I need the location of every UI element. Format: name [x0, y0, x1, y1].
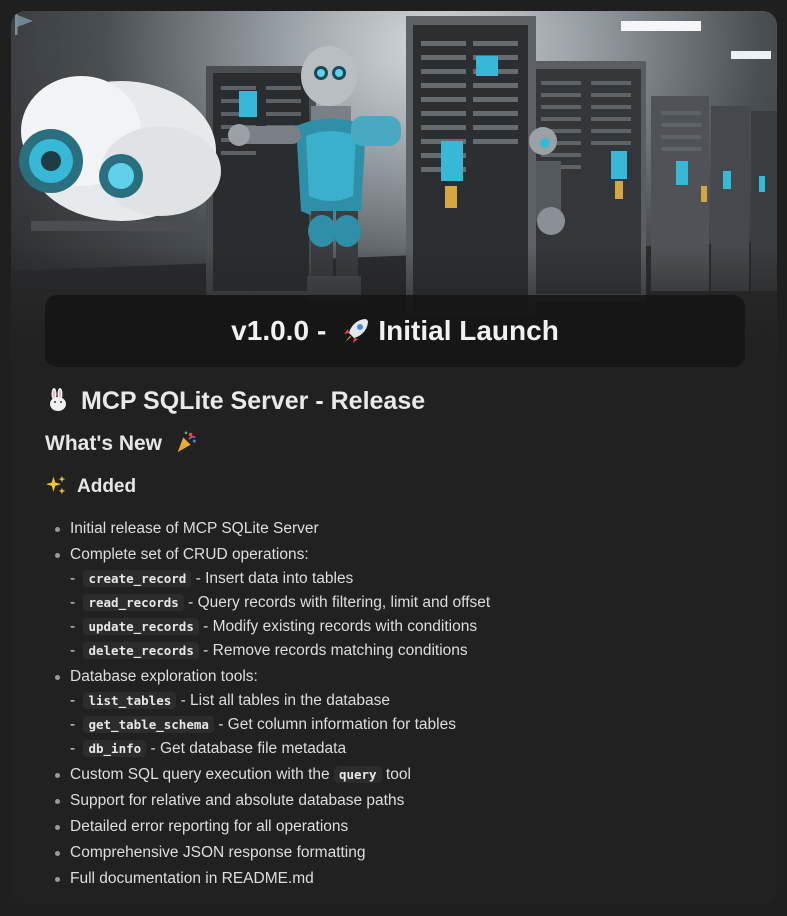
release-title: Initial Launch — [378, 315, 559, 346]
release-card: v1.0.0 - Initial Launch MCP SQLite Serve… — [11, 11, 777, 904]
sub-item: - delete_records - Remove records matchi… — [70, 642, 468, 659]
release-banner: v1.0.0 - Initial Launch — [45, 295, 745, 367]
sub-item: - list_tables - List all tables in the d… — [70, 692, 390, 709]
flag-icon — [15, 14, 33, 35]
code-update-records: update_records — [83, 618, 199, 635]
party-popper-icon — [177, 431, 196, 453]
code-read-records: read_records — [83, 594, 184, 611]
banner-separator: - — [317, 315, 327, 346]
list-item: Database exploration tools: - list_table… — [45, 665, 765, 761]
sub-item: - update_records - Modify existing recor… — [70, 618, 478, 635]
code-delete-records: delete_records — [83, 642, 199, 659]
sub-item: - create_record - Insert data into table… — [70, 570, 354, 587]
list-item: Comprehensive JSON response formatting — [45, 841, 765, 865]
release-list: Initial release of MCP SQLite Server Com… — [45, 517, 765, 891]
code-db-info: db_info — [83, 740, 147, 757]
sparkles-icon — [45, 475, 66, 495]
rocket-icon — [344, 319, 369, 343]
subsection-title: Added — [45, 473, 765, 501]
sub-item: - db_info - Get database file metadata — [70, 740, 347, 757]
sub-item: - read_records - Query records with filt… — [70, 594, 491, 611]
release-notes: MCP SQLite Server - Release What's New A… — [45, 383, 765, 893]
list-item: Complete set of CRUD operations: - creat… — [45, 543, 765, 663]
code-list-tables: list_tables — [83, 692, 177, 709]
list-item: Custom SQL query execution with the quer… — [45, 763, 765, 787]
list-item: Detailed error reporting for all operati… — [45, 815, 765, 839]
rabbit-icon — [50, 388, 66, 411]
list-item: Full documentation in README.md — [45, 867, 765, 891]
code-get-table-schema: get_table_schema — [83, 716, 214, 733]
section-title: What's New — [45, 429, 765, 459]
list-item: Initial release of MCP SQLite Server — [45, 517, 765, 541]
page-title: MCP SQLite Server - Release — [45, 383, 765, 419]
release-version: v1.0.0 — [231, 315, 310, 346]
code-create-record: create_record — [83, 570, 192, 587]
sub-item: - get_table_schema - Get column informat… — [70, 716, 456, 733]
code-query: query — [333, 766, 382, 783]
list-item: Support for relative and absolute databa… — [45, 789, 765, 813]
